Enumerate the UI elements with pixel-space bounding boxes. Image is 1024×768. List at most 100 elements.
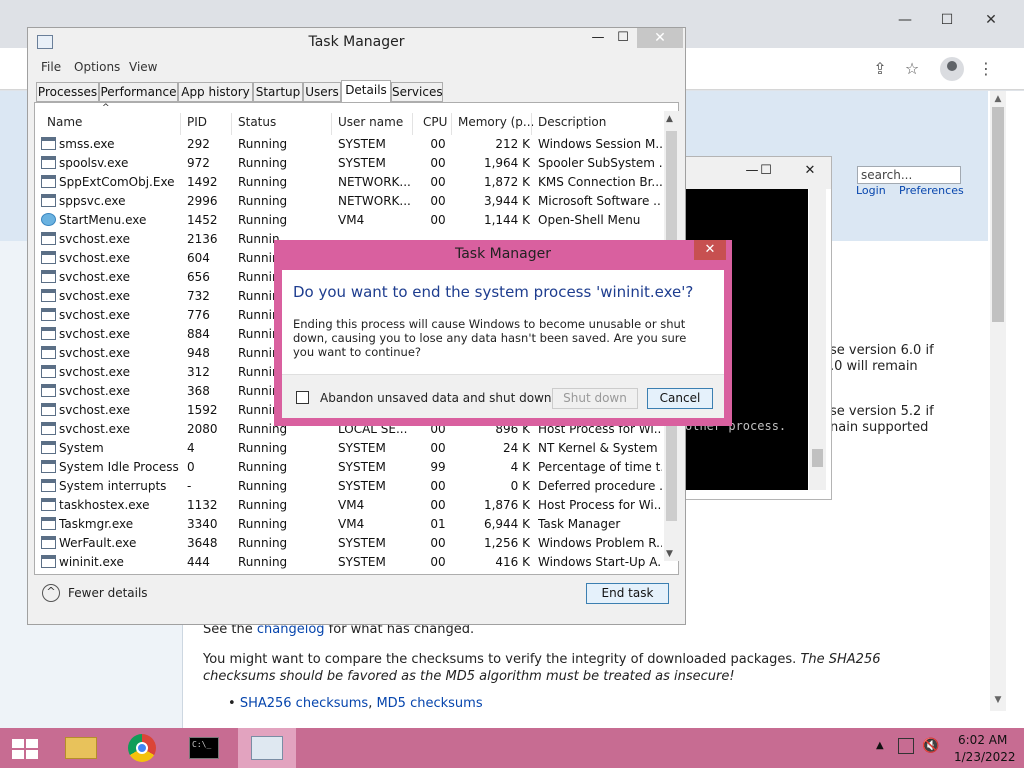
table-cell: 1,964 K xyxy=(483,156,530,170)
sha256-link[interactable]: SHA256 checksums xyxy=(240,696,368,711)
process-icon xyxy=(41,194,56,207)
table-cell: 00 xyxy=(430,441,446,455)
clock-date[interactable]: 1/23/2022 xyxy=(954,750,1016,764)
col-cpu[interactable]: CPU xyxy=(423,115,447,129)
chrome-maximize-button[interactable]: ☐ xyxy=(928,8,966,32)
table-row[interactable]: Taskmgr.exe 3340 Running VM4 01 6,944 K Task M… xyxy=(35,515,663,534)
md5-link[interactable]: MD5 checksums xyxy=(376,696,482,711)
console-scrollbar[interactable] xyxy=(809,189,826,490)
table-cell: 1,144 K xyxy=(483,213,530,227)
dialog-close-button[interactable]: ✕ xyxy=(694,240,726,260)
tab-users[interactable]: Users xyxy=(303,82,341,102)
table-cell: taskhostex.exe xyxy=(59,498,150,512)
table-cell: spoolsv.exe xyxy=(59,156,129,170)
process-icon xyxy=(41,308,56,321)
profile-icon[interactable] xyxy=(940,57,964,81)
table-row[interactable]: sppsvc.exe 2996 Running NETWORK... 00 3,944 K… xyxy=(35,192,663,211)
process-icon xyxy=(41,422,56,435)
windows-logo-icon xyxy=(12,739,38,759)
table-cell: Running xyxy=(238,194,288,208)
menu-file[interactable]: File xyxy=(41,60,61,74)
tab-processes[interactable]: Processes xyxy=(36,82,99,102)
table-cell: SYSTEM xyxy=(338,137,386,151)
table-row[interactable]: System interrupts - Running SYSTEM 00 0 K Defe… xyxy=(35,477,663,496)
network-icon[interactable] xyxy=(898,738,914,754)
col-username[interactable]: User name xyxy=(338,115,403,129)
table-cell: KMS Connection Br... xyxy=(538,175,662,189)
table-cell: Running xyxy=(238,555,288,569)
table-row[interactable]: SppExtComObj.Exe 1492 Running NETWORK... 00 1… xyxy=(35,173,663,192)
table-cell: 292 xyxy=(187,137,210,151)
abandon-data-label[interactable]: Abandon unsaved data and shut down. xyxy=(320,391,555,405)
chrome-close-button[interactable]: ✕ xyxy=(972,8,1010,32)
table-cell: svchost.exe xyxy=(59,422,130,436)
table-cell: wininit.exe xyxy=(59,555,124,569)
table-row[interactable]: WerFault.exe 3648 Running SYSTEM 00 1,256 K Wi… xyxy=(35,534,663,553)
task-manager-icon xyxy=(251,736,283,760)
table-cell: sppsvc.exe xyxy=(59,194,126,208)
table-cell: 368 xyxy=(187,384,210,398)
tm-close-button[interactable]: ✕ xyxy=(637,28,683,48)
table-cell: 1,872 K xyxy=(483,175,530,189)
taskbar-command-prompt[interactable]: C:\_ xyxy=(178,728,232,768)
share-icon[interactable]: ⇪ xyxy=(869,58,891,80)
taskbar-chrome[interactable] xyxy=(116,728,170,768)
tray-overflow-icon[interactable]: ▲ xyxy=(876,740,884,751)
menu-options[interactable]: Options xyxy=(74,60,120,74)
taskbar-file-explorer[interactable] xyxy=(56,728,108,768)
col-status[interactable]: Status xyxy=(238,115,276,129)
col-pid[interactable]: PID xyxy=(187,115,207,129)
table-cell: smss.exe xyxy=(59,137,115,151)
table-row[interactable]: wininit.exe 444 Running SYSTEM 00 416 K Window… xyxy=(35,553,663,572)
preferences-link[interactable]: Preferences xyxy=(899,184,964,197)
tab-performance[interactable]: Performance xyxy=(99,82,178,102)
table-row[interactable]: taskhostex.exe 1132 Running VM4 00 1,876 K Hos… xyxy=(35,496,663,515)
table-cell: 6,944 K xyxy=(483,517,530,531)
shutdown-button[interactable]: Shut down xyxy=(552,388,638,409)
process-icon xyxy=(41,403,56,416)
volume-muted-icon[interactable]: 🔇 xyxy=(922,738,939,754)
tab-details[interactable]: Details xyxy=(341,80,391,103)
tm-minimize-button[interactable]: — xyxy=(585,28,611,48)
table-cell: NETWORK... xyxy=(338,175,410,189)
menu-kebab-icon[interactable]: ⋮ xyxy=(975,58,997,80)
col-memory[interactable]: Memory (p... xyxy=(458,115,534,129)
console-maximize-button[interactable]: ☐ xyxy=(753,161,779,181)
cancel-button[interactable]: Cancel xyxy=(647,388,713,409)
taskbar-task-manager[interactable] xyxy=(238,728,296,768)
end-task-button[interactable]: End task xyxy=(586,583,669,604)
dialog-message: Ending this process will cause Windows t… xyxy=(293,317,687,359)
tab-app-history[interactable]: App history xyxy=(178,82,253,102)
page-text-fragment: se version 5.2 if xyxy=(830,404,934,419)
start-button[interactable] xyxy=(0,728,50,768)
table-row[interactable]: spoolsv.exe 972 Running SYSTEM 00 1,964 K Spoo… xyxy=(35,154,663,173)
table-cell: 4 xyxy=(187,441,195,455)
table-row[interactable]: smss.exe 292 Running SYSTEM 00 212 K Windows S… xyxy=(35,135,663,154)
table-cell: 0 xyxy=(187,460,195,474)
wiki-search-input[interactable]: search... xyxy=(857,166,961,184)
abandon-data-checkbox[interactable] xyxy=(296,391,309,404)
clock-time[interactable]: 6:02 AM xyxy=(958,733,1007,747)
col-description[interactable]: Description xyxy=(538,115,606,129)
console-close-button[interactable]: ✕ xyxy=(797,161,823,181)
table-cell: 3648 xyxy=(187,536,218,550)
tm-maximize-button[interactable]: ☐ xyxy=(610,28,636,48)
table-row[interactable]: System Idle Process 0 Running SYSTEM 99 4 K Pe… xyxy=(35,458,663,477)
star-icon[interactable]: ☆ xyxy=(901,58,923,80)
process-icon xyxy=(41,137,56,150)
chrome-minimize-button[interactable]: — xyxy=(886,8,924,32)
table-cell: SYSTEM xyxy=(338,536,386,550)
tab-startup[interactable]: Startup xyxy=(253,82,303,102)
table-cell: - xyxy=(187,479,192,493)
table-cell: 3340 xyxy=(187,517,218,531)
table-cell: 1492 xyxy=(187,175,218,189)
tab-services[interactable]: Services xyxy=(391,82,443,102)
menu-view[interactable]: View xyxy=(129,60,157,74)
table-row[interactable]: System 4 Running SYSTEM 00 24 K NT Kernel & Sy… xyxy=(35,439,663,458)
process-icon xyxy=(41,479,56,492)
login-link[interactable]: Login xyxy=(856,184,886,197)
table-cell: 1592 xyxy=(187,403,218,417)
page-scrollbar[interactable]: ▲ ▼ xyxy=(990,91,1006,711)
table-row[interactable]: StartMenu.exe 1452 Running VM4 00 1,144 K Open… xyxy=(35,211,663,230)
col-name[interactable]: Name xyxy=(47,115,82,129)
